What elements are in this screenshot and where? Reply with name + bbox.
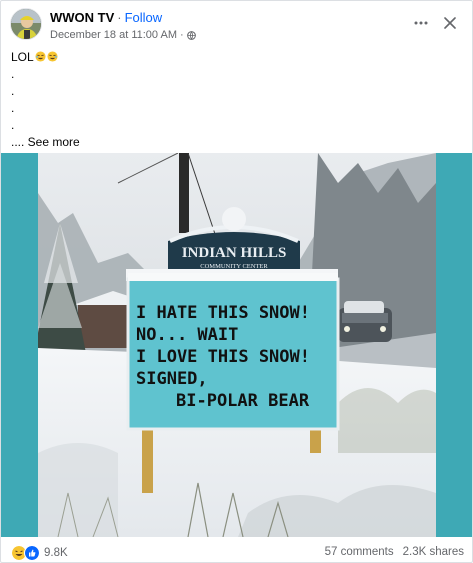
reactions-summary[interactable]: 9.8K xyxy=(11,545,68,561)
snowy-sign-photo: INDIAN HILLS COMMUNITY CENTER I HATE THI… xyxy=(38,153,436,537)
sign-header: INDIAN HILLS xyxy=(182,245,287,261)
sign-line: I LOVE THIS SNOW! xyxy=(136,347,310,367)
caption-dot: . xyxy=(11,67,15,81)
post-meta: December 18 at 11:00 AM · xyxy=(50,29,196,41)
engagement-stats: 57 comments 2.3K shares xyxy=(325,546,464,558)
comments-count[interactable]: 57 comments xyxy=(325,546,394,558)
see-more-link[interactable]: .... See more xyxy=(11,135,80,149)
post-media[interactable]: INDIAN HILLS COMMUNITY CENTER I HATE THI… xyxy=(1,153,472,537)
caption-dot: . xyxy=(11,101,15,115)
page-avatar[interactable] xyxy=(10,8,42,40)
page-name-line: WWON TV · Follow xyxy=(50,10,162,25)
post-timestamp[interactable]: December 18 at 11:00 AM xyxy=(50,29,177,41)
close-icon xyxy=(444,17,456,29)
sign-line: I HATE THIS SNOW! xyxy=(136,303,310,323)
sign-line: BI-POLAR BEAR xyxy=(176,391,310,411)
meta-separator: · xyxy=(179,29,184,41)
close-button[interactable] xyxy=(439,12,461,34)
reaction-count[interactable]: 9.8K xyxy=(44,547,68,559)
page-name[interactable]: WWON TV xyxy=(50,10,114,25)
rolling-on-floor-laughing-emoji xyxy=(35,51,46,62)
sign-line: NO... WAIT xyxy=(136,325,238,345)
more-options-button[interactable] xyxy=(409,12,433,34)
caption-text: LOL xyxy=(11,50,34,64)
sign-subheader: COMMUNITY CENTER xyxy=(200,263,268,270)
caption-first-line: LOL xyxy=(11,49,80,66)
avatar-image xyxy=(11,9,41,39)
post-header: WWON TV · Follow December 18 at 11:00 AM · xyxy=(0,0,473,45)
post-footer: 9.8K 57 comments 2.3K shares xyxy=(0,537,473,563)
globe-icon xyxy=(186,30,196,40)
like-reaction-icon xyxy=(24,545,40,561)
follow-button[interactable]: Follow xyxy=(125,10,163,25)
caption-dot: . xyxy=(11,118,15,132)
sign-line: SIGNED, xyxy=(136,369,208,389)
caption-see-more-line: .... See more xyxy=(11,134,80,151)
more-horizontal-icon xyxy=(414,21,428,25)
caption-dot: . xyxy=(11,84,15,98)
post-caption: LOL . . . . .... See more xyxy=(11,49,80,151)
rolling-on-floor-laughing-emoji xyxy=(47,51,58,62)
name-separator: · xyxy=(117,10,122,25)
post-photo[interactable]: INDIAN HILLS COMMUNITY CENTER I HATE THI… xyxy=(38,153,436,537)
shares-count[interactable]: 2.3K shares xyxy=(403,546,464,558)
